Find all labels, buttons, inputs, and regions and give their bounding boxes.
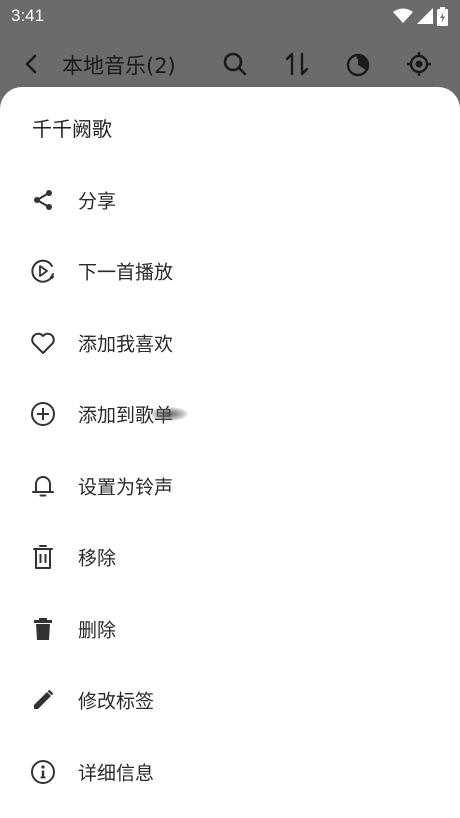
menu-item-details[interactable]: 详细信息 — [0, 736, 460, 808]
timer-icon[interactable] — [344, 50, 372, 78]
menu-item-label: 详细信息 — [78, 762, 155, 785]
bottom-sheet: 千千阙歌 分享 下一首播放 添加我喜欢 添加到歌单 设置为铃声 移除 删除 修改… — [0, 87, 460, 818]
menu-item-share[interactable]: 分享 — [0, 164, 460, 236]
menu-item-label: 下一首播放 — [78, 261, 174, 284]
bell-icon — [30, 473, 56, 499]
menu-item-label: 分享 — [78, 190, 117, 213]
menu-item-label: 修改标签 — [78, 690, 155, 713]
menu-item-delete[interactable]: 删除 — [0, 593, 460, 665]
menu-item-remove[interactable]: 移除 — [0, 522, 460, 594]
trash-filled-icon — [30, 616, 56, 642]
pencil-icon — [30, 687, 56, 713]
screen-smudge — [150, 407, 188, 422]
song-title: 千千阙歌 — [32, 117, 112, 141]
menu-item-label: 设置为铃声 — [78, 476, 174, 499]
heart-icon — [30, 330, 56, 356]
trash-outline-icon — [30, 544, 56, 570]
action-menu: 分享 下一首播放 添加我喜欢 添加到歌单 设置为铃声 移除 删除 修改标签 详细… — [0, 164, 460, 808]
signal-icon — [417, 8, 433, 24]
share-icon — [30, 187, 56, 213]
search-icon[interactable] — [221, 50, 249, 78]
locate-icon[interactable] — [405, 50, 433, 78]
menu-item-add-to-playlist[interactable]: 添加到歌单 — [0, 379, 460, 451]
menu-item-label: 移除 — [78, 547, 117, 570]
page-title: 本地音乐(2) — [62, 54, 176, 78]
wifi-icon — [393, 8, 413, 23]
status-bar: 3:41 — [0, 0, 460, 32]
info-icon — [30, 759, 56, 785]
sort-icon[interactable] — [283, 50, 311, 78]
menu-item-favorite[interactable]: 添加我喜欢 — [0, 307, 460, 379]
status-time: 3:41 — [11, 6, 45, 25]
menu-item-edit-tags[interactable]: 修改标签 — [0, 665, 460, 737]
back-icon[interactable] — [18, 50, 46, 78]
battery-icon — [437, 6, 448, 26]
menu-item-set-ringtone[interactable]: 设置为铃声 — [0, 450, 460, 522]
add-circle-icon — [30, 401, 56, 427]
status-icons — [393, 5, 448, 27]
play-next-icon — [30, 258, 56, 284]
menu-item-label: 删除 — [78, 619, 117, 642]
menu-item-play-next[interactable]: 下一首播放 — [0, 236, 460, 308]
menu-item-label: 添加我喜欢 — [78, 333, 174, 356]
